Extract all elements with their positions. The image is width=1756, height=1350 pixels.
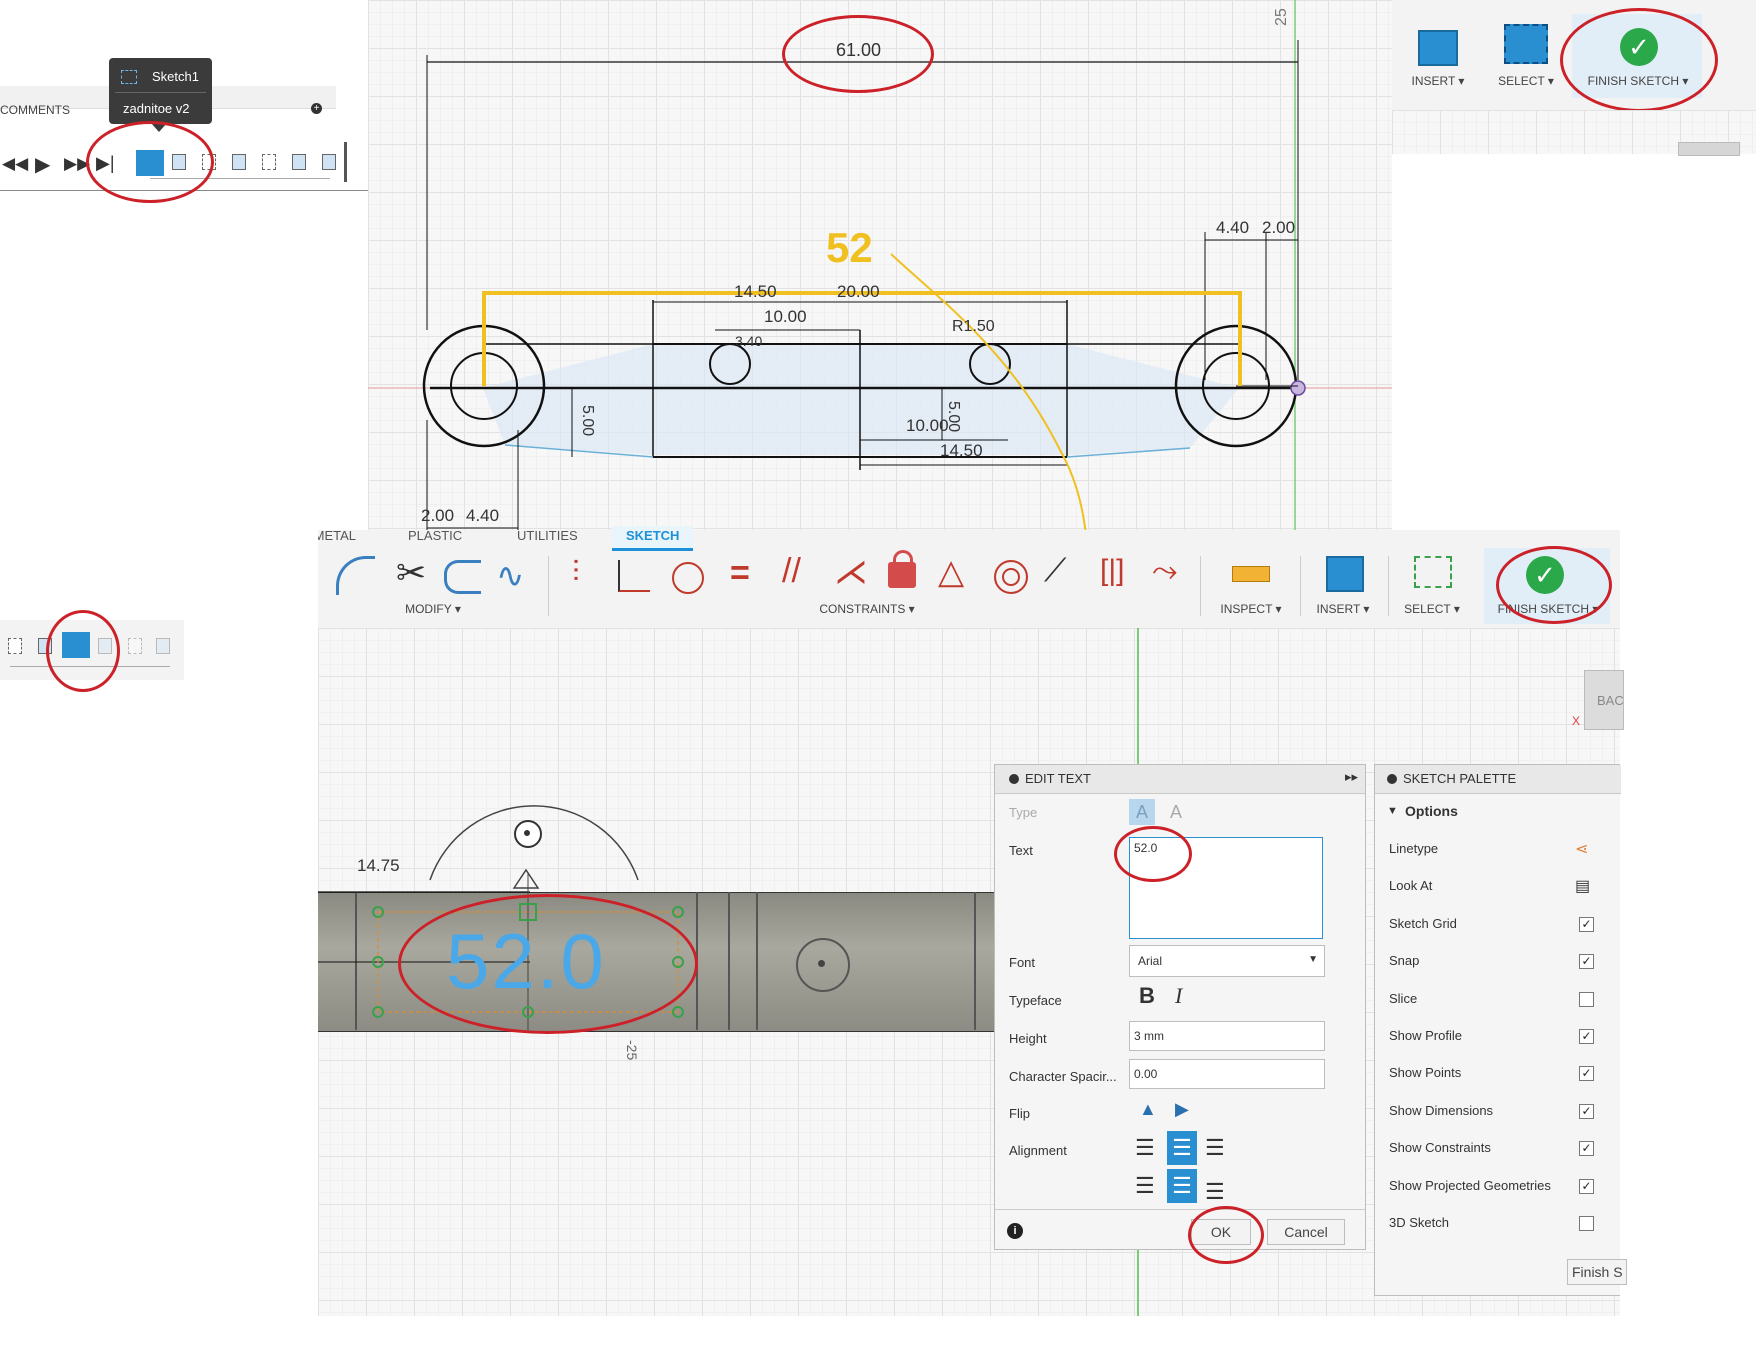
type-horizontal-icon[interactable]: A [1129,799,1155,825]
chevron-down-icon: ▼ [1308,954,1318,965]
linetype-icon[interactable]: ⋖ [1575,839,1588,859]
align-right-icon[interactable]: ☰ [1205,1135,1225,1161]
palette-row-label: Show Dimensions [1389,1102,1494,1118]
align-center-icon[interactable]: ☰ [1167,1131,1197,1165]
align-bottom-icon[interactable]: ☰ [1205,1179,1225,1205]
palette-checkbox[interactable]: ✓ [1579,1066,1594,1082]
spacing-label: Character Spacir... [1009,1069,1117,1084]
collapse-icon[interactable] [1009,774,1019,784]
palette-row-label: Show Profile [1389,1028,1462,1043]
dim-1475[interactable]: 14.75 [357,856,400,876]
typeface-label: Typeface [1009,993,1062,1008]
palette-checkbox[interactable]: ✓ [1579,954,1594,970]
annotation-circle-ok [1188,1206,1264,1264]
bold-button[interactable]: B [1139,983,1155,1009]
edit-text-title: EDIT TEXT [1025,771,1091,786]
height-input[interactable] [1129,1021,1325,1051]
annotation-circle-text-entity [398,894,698,1034]
align-middle-icon[interactable]: ☰ [1167,1169,1197,1203]
italic-button[interactable]: I [1175,983,1182,1009]
look-at-icon[interactable]: ▤ [1575,876,1590,896]
alignment-label: Alignment [1009,1143,1067,1158]
palette-checkbox[interactable]: ✓ [1579,1178,1594,1194]
palette-checkbox[interactable]: ✓ [1579,916,1594,932]
flip-label: Flip [1009,1106,1030,1121]
palette-row-label: Sketch Grid [1389,915,1457,931]
font-select-value: Arial [1138,954,1163,968]
palette-checkbox[interactable] [1579,1216,1594,1231]
collapse-icon[interactable] [1387,774,1397,784]
flip-vertical-icon[interactable]: ▲ [1139,1099,1157,1120]
palette-checkbox[interactable]: ✓ [1579,1029,1594,1044]
edit-text-header: EDIT TEXT ▸▸ [995,765,1365,794]
palette-row-label: Look At [1389,878,1433,894]
flip-horizontal-icon[interactable]: ▶ [1175,1099,1189,1120]
type-path-icon[interactable]: A [1163,799,1189,825]
palette-row-label: Show Constraints [1389,1140,1491,1156]
palette-checkbox[interactable] [1579,991,1594,1007]
spacing-input[interactable] [1129,1059,1325,1089]
palette-row-label: 3D Sketch [1389,1215,1449,1230]
palette-row-label: Snap [1389,953,1420,969]
font-label: Font [1009,955,1036,970]
type-label: Type [1009,805,1038,820]
annotation-circle-text-input [1114,826,1192,882]
options-toggle-icon[interactable]: ▼ [1387,805,1398,817]
rotate-handle-dot [524,830,530,836]
align-top-icon[interactable]: ☰ [1135,1173,1155,1199]
height-label: Height [1009,1031,1047,1046]
info-icon[interactable]: i [1007,1223,1023,1239]
align-left-icon[interactable]: ☰ [1135,1135,1155,1161]
sketch-palette-header: SKETCH PALETTE [1375,765,1621,794]
palette-row-label: Linetype [1389,841,1439,856]
palette-row-label: Show Points [1389,1065,1462,1081]
palette-checkbox[interactable]: ✓ [1579,1141,1594,1157]
cancel-button[interactable]: Cancel [1267,1219,1345,1245]
expand-icon[interactable]: ▸▸ [1345,769,1358,785]
axis-label-25: -25 [624,1040,640,1061]
font-select[interactable]: Arial ▼ [1129,945,1325,977]
options-section-label[interactable]: Options [1405,803,1458,819]
palette-row-label: Show Projected Geometries [1389,1177,1551,1193]
sketch-palette-title: SKETCH PALETTE [1403,771,1517,786]
palette-checkbox[interactable]: ✓ [1579,1103,1594,1119]
sketch-palette: SKETCH PALETTE ▼ Options Linetype ⋖ Look A… [1374,764,1627,1296]
palette-row-label: Slice [1389,990,1418,1006]
text-label: Text [1009,843,1033,858]
finish-sketch-button[interactable]: Finish S [1567,1259,1627,1285]
